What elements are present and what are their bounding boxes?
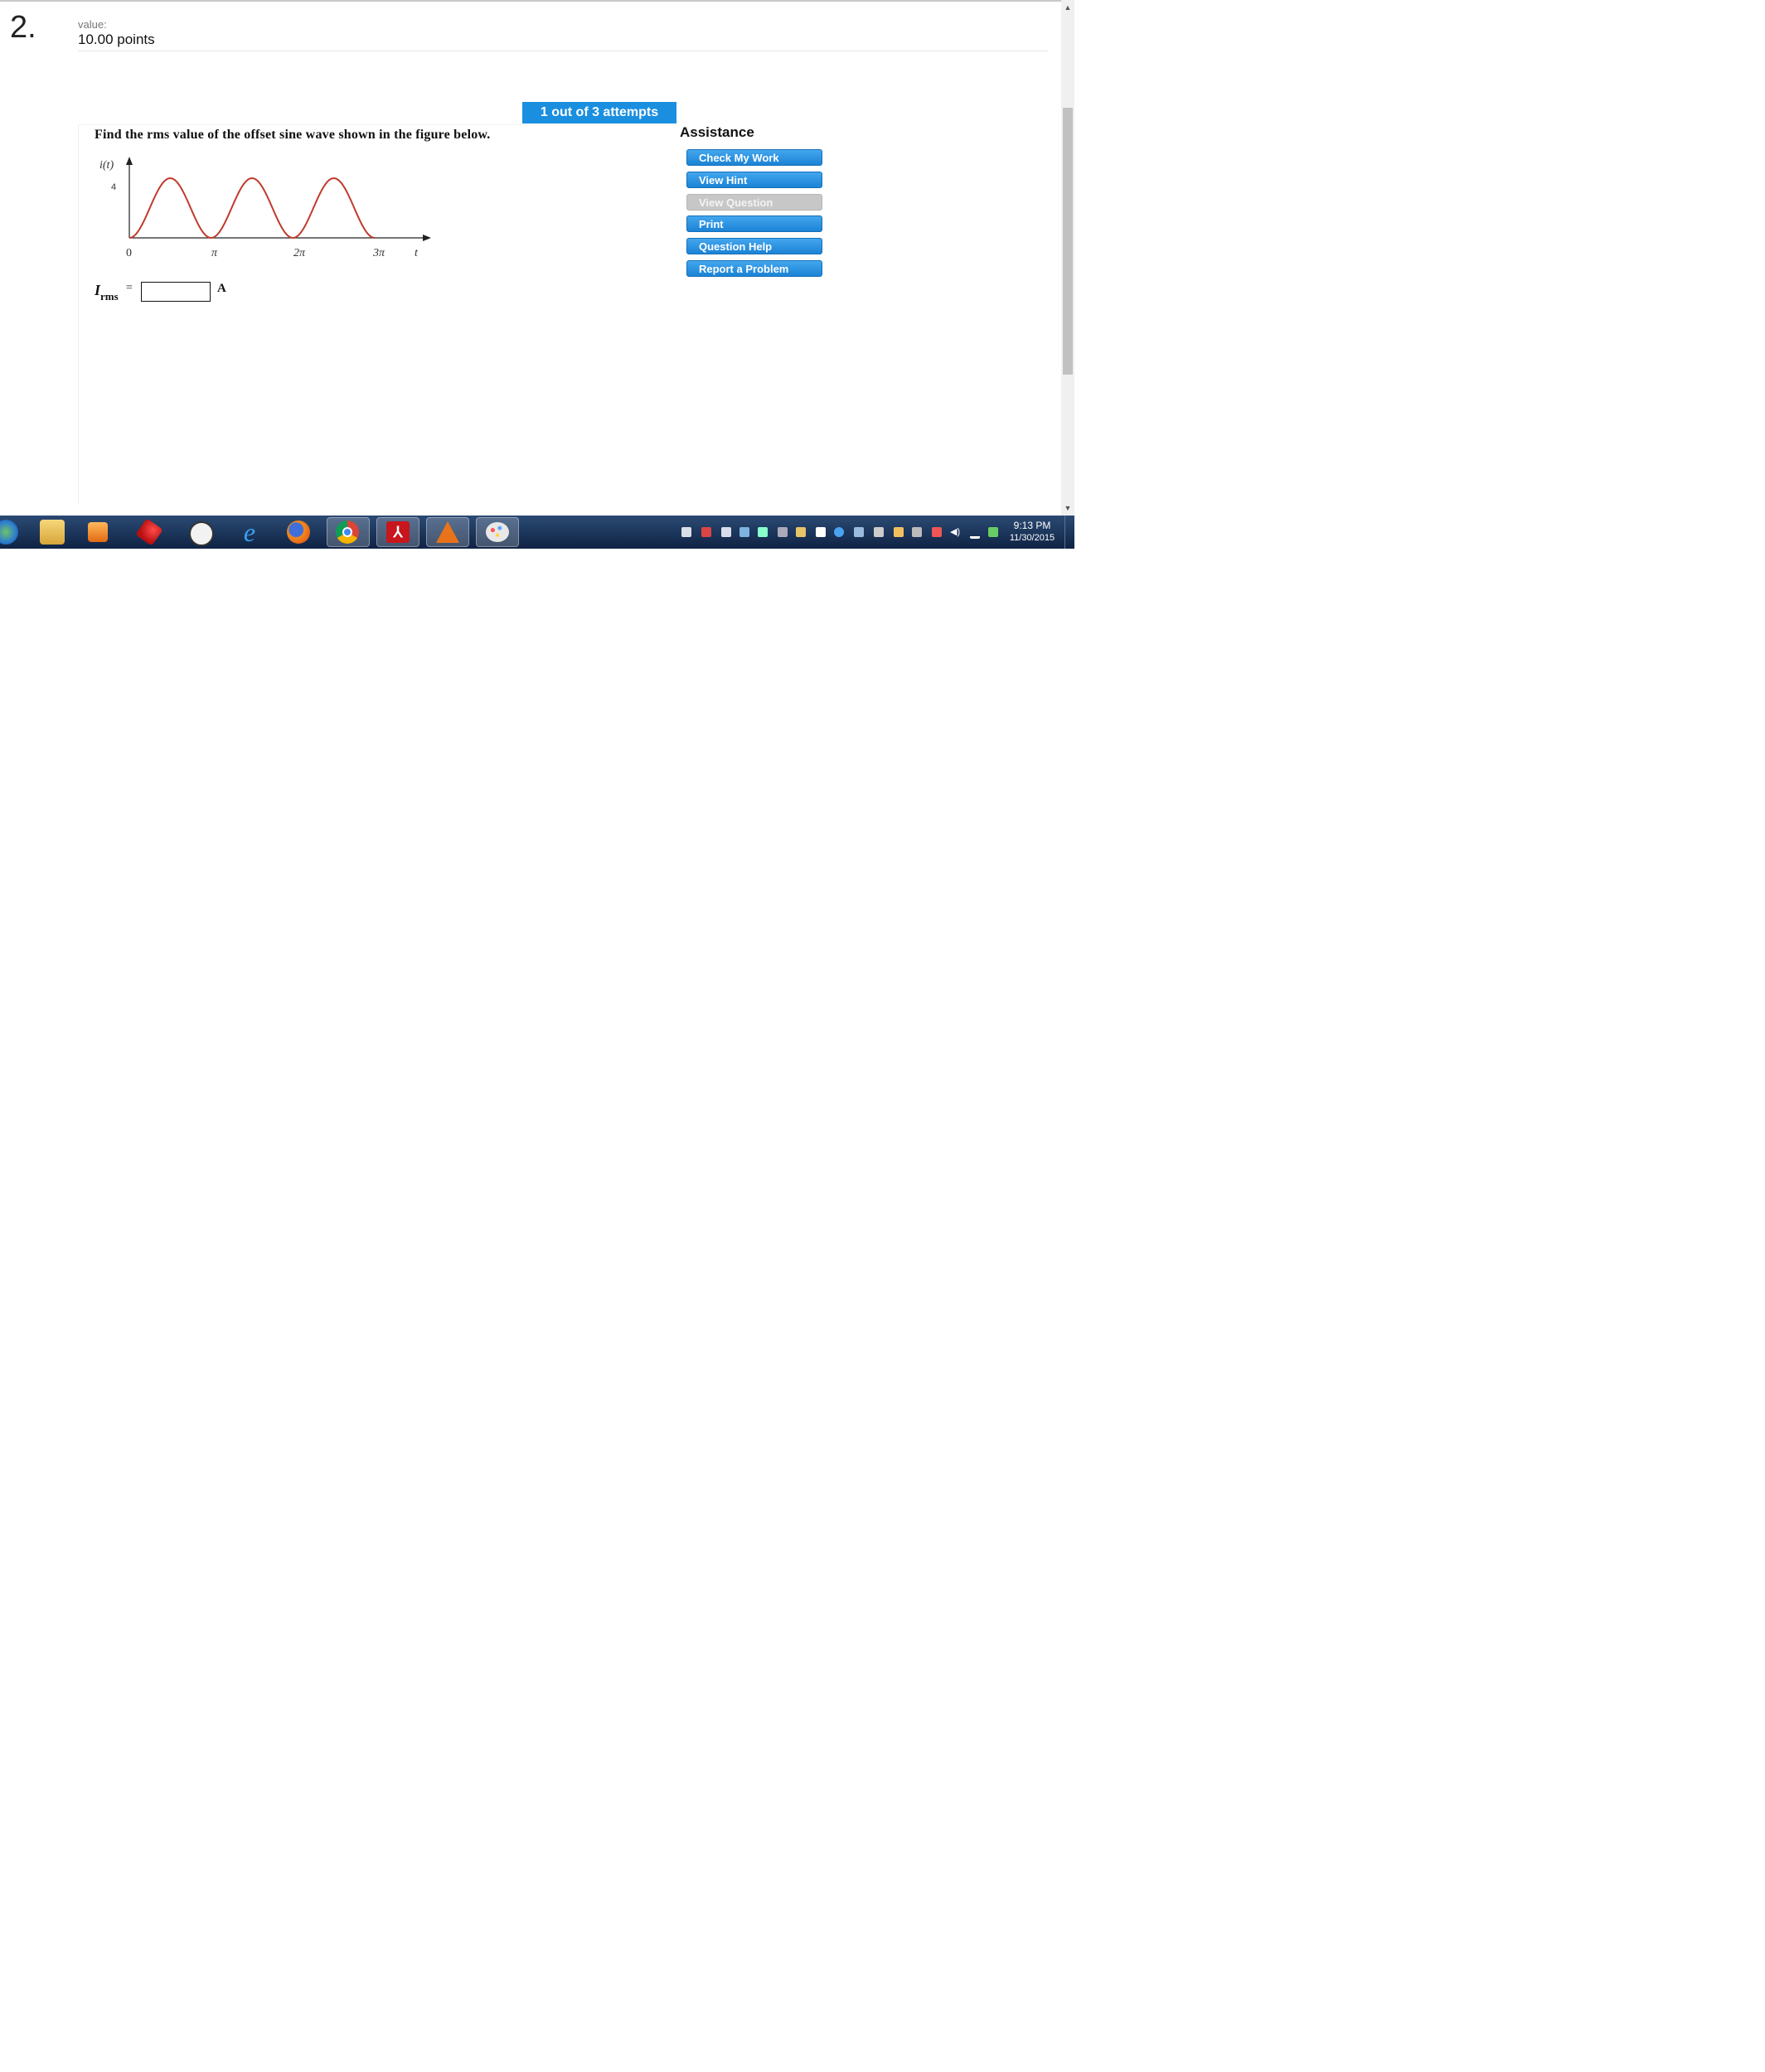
x-tick-2pi: 2π bbox=[293, 247, 306, 259]
y-axis-arrow bbox=[126, 157, 133, 165]
waveform-figure: i(t) 4 0 π 2π 3π t bbox=[93, 153, 441, 265]
print-button[interactable]: Print bbox=[686, 215, 822, 232]
waveform-curve bbox=[128, 177, 376, 240]
unit-label: A bbox=[217, 282, 226, 295]
waveform-svg: i(t) 4 0 π 2π 3π t bbox=[99, 157, 431, 259]
tray-tools-icon[interactable] bbox=[778, 527, 788, 537]
irms-label: Irms bbox=[95, 282, 119, 303]
x-tick-0: 0 bbox=[126, 247, 132, 259]
tray-globe-icon[interactable] bbox=[834, 527, 844, 537]
clock-time[interactable]: 9:13 PM bbox=[1003, 520, 1061, 531]
tray-sync-icon[interactable] bbox=[758, 527, 768, 537]
question-help-button[interactable]: Question Help bbox=[686, 238, 822, 254]
internet-explorer-icon[interactable]: e bbox=[237, 519, 262, 545]
value-points: 10.00 points bbox=[78, 31, 155, 47]
top-divider bbox=[0, 0, 1061, 2]
y-axis-label: i(t) bbox=[99, 159, 114, 172]
clock-date[interactable]: 11/30/2015 bbox=[1003, 533, 1061, 543]
tray-display-icon[interactable] bbox=[854, 527, 864, 537]
tray-windows-icon[interactable] bbox=[681, 527, 691, 537]
scroll-up-arrow-icon[interactable]: ▲ bbox=[1061, 2, 1074, 13]
view-hint-button[interactable]: View Hint bbox=[686, 172, 822, 188]
acrobat-icon: ⅄ bbox=[386, 521, 410, 543]
irms-variable: I bbox=[95, 282, 101, 298]
x-tick-pi: π bbox=[211, 247, 218, 259]
question-prompt: Find the rms value of the offset sine wa… bbox=[95, 128, 491, 142]
x-axis-label: t bbox=[415, 247, 419, 259]
assistance-title: Assistance bbox=[680, 124, 754, 140]
tray-pdf-icon[interactable] bbox=[701, 527, 711, 537]
tray-flag-icon[interactable] bbox=[932, 527, 942, 537]
x-tick-3pi: 3π bbox=[372, 247, 385, 259]
equals-sign: = bbox=[126, 282, 133, 294]
x-axis-arrow bbox=[423, 235, 431, 241]
paint-icon bbox=[486, 522, 509, 542]
tray-power-icon[interactable] bbox=[988, 527, 998, 537]
scroll-down-arrow-icon[interactable]: ▼ bbox=[1061, 502, 1074, 514]
attempts-badge: 1 out of 3 attempts bbox=[522, 102, 676, 123]
clock-app-icon[interactable] bbox=[189, 521, 214, 546]
tray-shield-icon[interactable] bbox=[894, 527, 904, 537]
irms-answer-input[interactable] bbox=[141, 282, 211, 302]
file-explorer-icon[interactable] bbox=[40, 520, 65, 545]
value-label: value: bbox=[78, 18, 107, 31]
tray-monitor-icon[interactable] bbox=[874, 527, 884, 537]
report-problem-button[interactable]: Report a Problem bbox=[686, 260, 822, 277]
tray-app-icon[interactable] bbox=[721, 527, 731, 537]
check-my-work-button[interactable]: Check My Work bbox=[686, 149, 822, 166]
show-desktop-button[interactable] bbox=[1064, 516, 1074, 549]
matlab-taskbar-button[interactable] bbox=[426, 517, 469, 547]
irms-subscript: rms bbox=[100, 290, 119, 303]
paint-taskbar-button[interactable] bbox=[476, 517, 519, 547]
tray-signal-icon[interactable] bbox=[970, 530, 980, 539]
tray-volume-icon[interactable]: ◀) bbox=[950, 527, 960, 537]
tray-bluetooth-icon[interactable] bbox=[912, 527, 922, 537]
scroll-thumb[interactable] bbox=[1063, 108, 1073, 375]
start-orb-icon[interactable] bbox=[0, 520, 18, 545]
browser-viewport: 2. value: 10.00 points 1 out of 3 attemp… bbox=[0, 0, 1074, 549]
windows-taskbar: e ⅄ ◀) 9:13 PM 11/30/2015 bbox=[0, 516, 1074, 549]
tray-chart-icon[interactable] bbox=[796, 527, 806, 537]
chrome-icon bbox=[336, 520, 359, 544]
question-number: 2. bbox=[10, 10, 36, 45]
vertical-scrollbar[interactable]: ▲ ▼ bbox=[1061, 0, 1074, 516]
view-question-button[interactable]: View Question bbox=[686, 194, 822, 211]
tray-security-icon[interactable] bbox=[816, 527, 826, 537]
acrobat-taskbar-button[interactable]: ⅄ bbox=[376, 517, 419, 547]
matlab-icon bbox=[436, 521, 459, 543]
media-player-icon[interactable] bbox=[88, 522, 108, 542]
firefox-icon[interactable] bbox=[287, 520, 310, 544]
y-tick-label: 4 bbox=[111, 182, 116, 192]
tray-network-icon[interactable] bbox=[739, 527, 749, 537]
pushpin-icon[interactable] bbox=[135, 518, 163, 546]
chrome-taskbar-button[interactable] bbox=[327, 517, 370, 547]
